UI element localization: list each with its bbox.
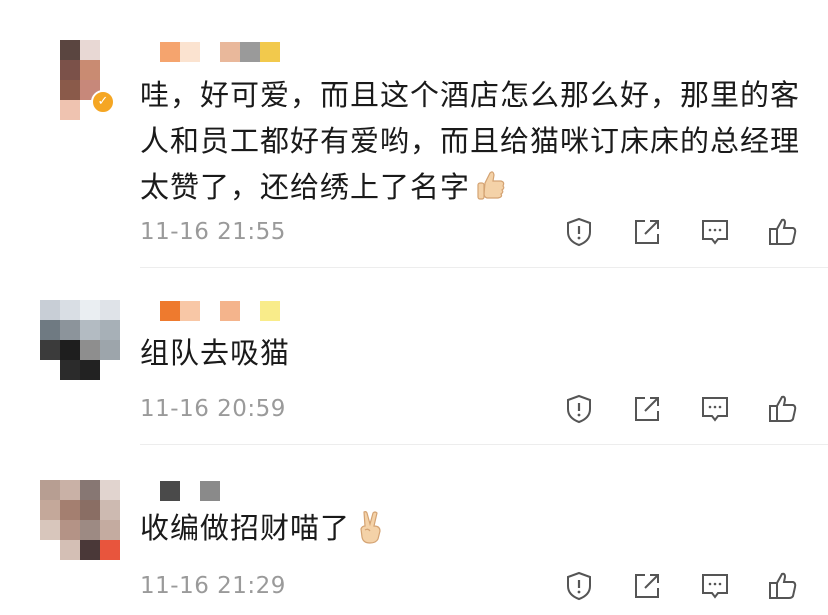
avatar-pixel: [80, 340, 100, 360]
avatar-pixel: [80, 540, 100, 560]
avatar-pixel: [40, 80, 60, 100]
comment-text-content: 收编做招财喵了: [140, 511, 351, 545]
username-pixel: [180, 301, 200, 321]
like-icon[interactable]: [767, 216, 799, 248]
timestamp: 11-16 20:59: [140, 396, 286, 422]
avatar-pixel: [80, 300, 100, 320]
share-icon[interactable]: [631, 570, 663, 602]
avatar-pixel: [60, 320, 80, 340]
divider: [140, 267, 828, 268]
username-redacted[interactable]: [160, 42, 280, 62]
username-pixel: [200, 481, 220, 501]
avatar-pixel: [40, 480, 60, 500]
like-icon[interactable]: [767, 393, 799, 425]
avatar-pixel: [80, 520, 100, 540]
username-pixel: [260, 301, 280, 321]
comment-icon[interactable]: [699, 216, 731, 248]
avatar-pixel: [60, 80, 80, 100]
avatar-pixel: [60, 540, 80, 560]
avatar-pixel: [40, 500, 60, 520]
avatar[interactable]: [40, 480, 120, 560]
avatar-pixel: [100, 60, 120, 80]
username-pixel: [200, 42, 220, 62]
avatar-pixel: [100, 480, 120, 500]
username-pixel: [180, 481, 200, 501]
avatar-pixel: [40, 340, 60, 360]
comment-text: 哇，好可爱，而且这个酒店怎么那么好，那里的客人和员工都好有爱哟，而且给猫咪订床床…: [140, 72, 800, 210]
avatar-pixel: [80, 360, 100, 380]
avatar-pixel: [100, 300, 120, 320]
avatar-pixel: [40, 60, 60, 80]
thumbs-up-emoji-icon: [477, 171, 505, 200]
username-pixel: [160, 301, 180, 321]
avatar-pixel: [60, 480, 80, 500]
report-icon[interactable]: [563, 570, 595, 602]
avatar-pixel: [60, 520, 80, 540]
avatar-pixel: [100, 500, 120, 520]
avatar-pixel: [40, 360, 60, 380]
comment-actions: [563, 570, 799, 602]
username-pixel: [160, 481, 180, 501]
victory-hand-emoji-icon: [360, 511, 381, 544]
avatar-pixel: [60, 40, 80, 60]
username-redacted[interactable]: [160, 301, 280, 321]
avatar-pixel: [100, 320, 120, 340]
username-redacted[interactable]: [160, 481, 220, 501]
report-icon[interactable]: [563, 216, 595, 248]
username-pixel: [220, 42, 240, 62]
username-pixel: [220, 301, 240, 321]
avatar-pixel: [60, 100, 80, 120]
comment-text: 组队去吸猫: [140, 330, 800, 376]
like-icon[interactable]: [767, 570, 799, 602]
username-pixel: [240, 301, 260, 321]
avatar-pixel: [60, 340, 80, 360]
avatar[interactable]: [40, 300, 120, 380]
report-icon[interactable]: [563, 393, 595, 425]
avatar-pixel: [40, 520, 60, 540]
avatar-pixel: [60, 500, 80, 520]
comment-actions: [563, 216, 799, 248]
username-pixel: [180, 42, 200, 62]
avatar-pixel: [100, 340, 120, 360]
divider: [140, 444, 828, 445]
share-icon[interactable]: [631, 393, 663, 425]
avatar-pixel: [80, 480, 100, 500]
comment-text-content: 哇，好可爱，而且这个酒店怎么那么好，那里的客人和员工都好有爱哟，而且给猫咪订床床…: [140, 78, 801, 204]
avatar-pixel: [100, 540, 120, 560]
comment-icon[interactable]: [699, 393, 731, 425]
timestamp: 11-16 21:29: [140, 573, 286, 599]
avatar-pixel: [100, 360, 120, 380]
comment-text: 收编做招财喵了: [140, 505, 800, 551]
avatar-pixel: [40, 540, 60, 560]
avatar-pixel: [40, 40, 60, 60]
username-pixel: [160, 42, 180, 62]
avatar-pixel: [100, 40, 120, 60]
avatar-pixel: [80, 500, 100, 520]
verified-badge-icon: ✓: [91, 90, 115, 114]
avatar-pixel: [40, 300, 60, 320]
avatar-pixel: [80, 60, 100, 80]
avatar-pixel: [40, 100, 60, 120]
avatar-pixel: [60, 300, 80, 320]
username-pixel: [260, 42, 280, 62]
avatar-pixel: [40, 320, 60, 340]
username-pixel: [240, 42, 260, 62]
comment-icon[interactable]: [699, 570, 731, 602]
avatar-pixel: [60, 60, 80, 80]
timestamp: 11-16 21:55: [140, 219, 286, 245]
avatar-pixel: [60, 360, 80, 380]
share-icon[interactable]: [631, 216, 663, 248]
avatar-pixel: [80, 40, 100, 60]
avatar-pixel: [100, 520, 120, 540]
comment-text-content: 组队去吸猫: [140, 336, 291, 370]
comment-actions: [563, 393, 799, 425]
avatar-pixel: [80, 320, 100, 340]
username-pixel: [200, 301, 220, 321]
